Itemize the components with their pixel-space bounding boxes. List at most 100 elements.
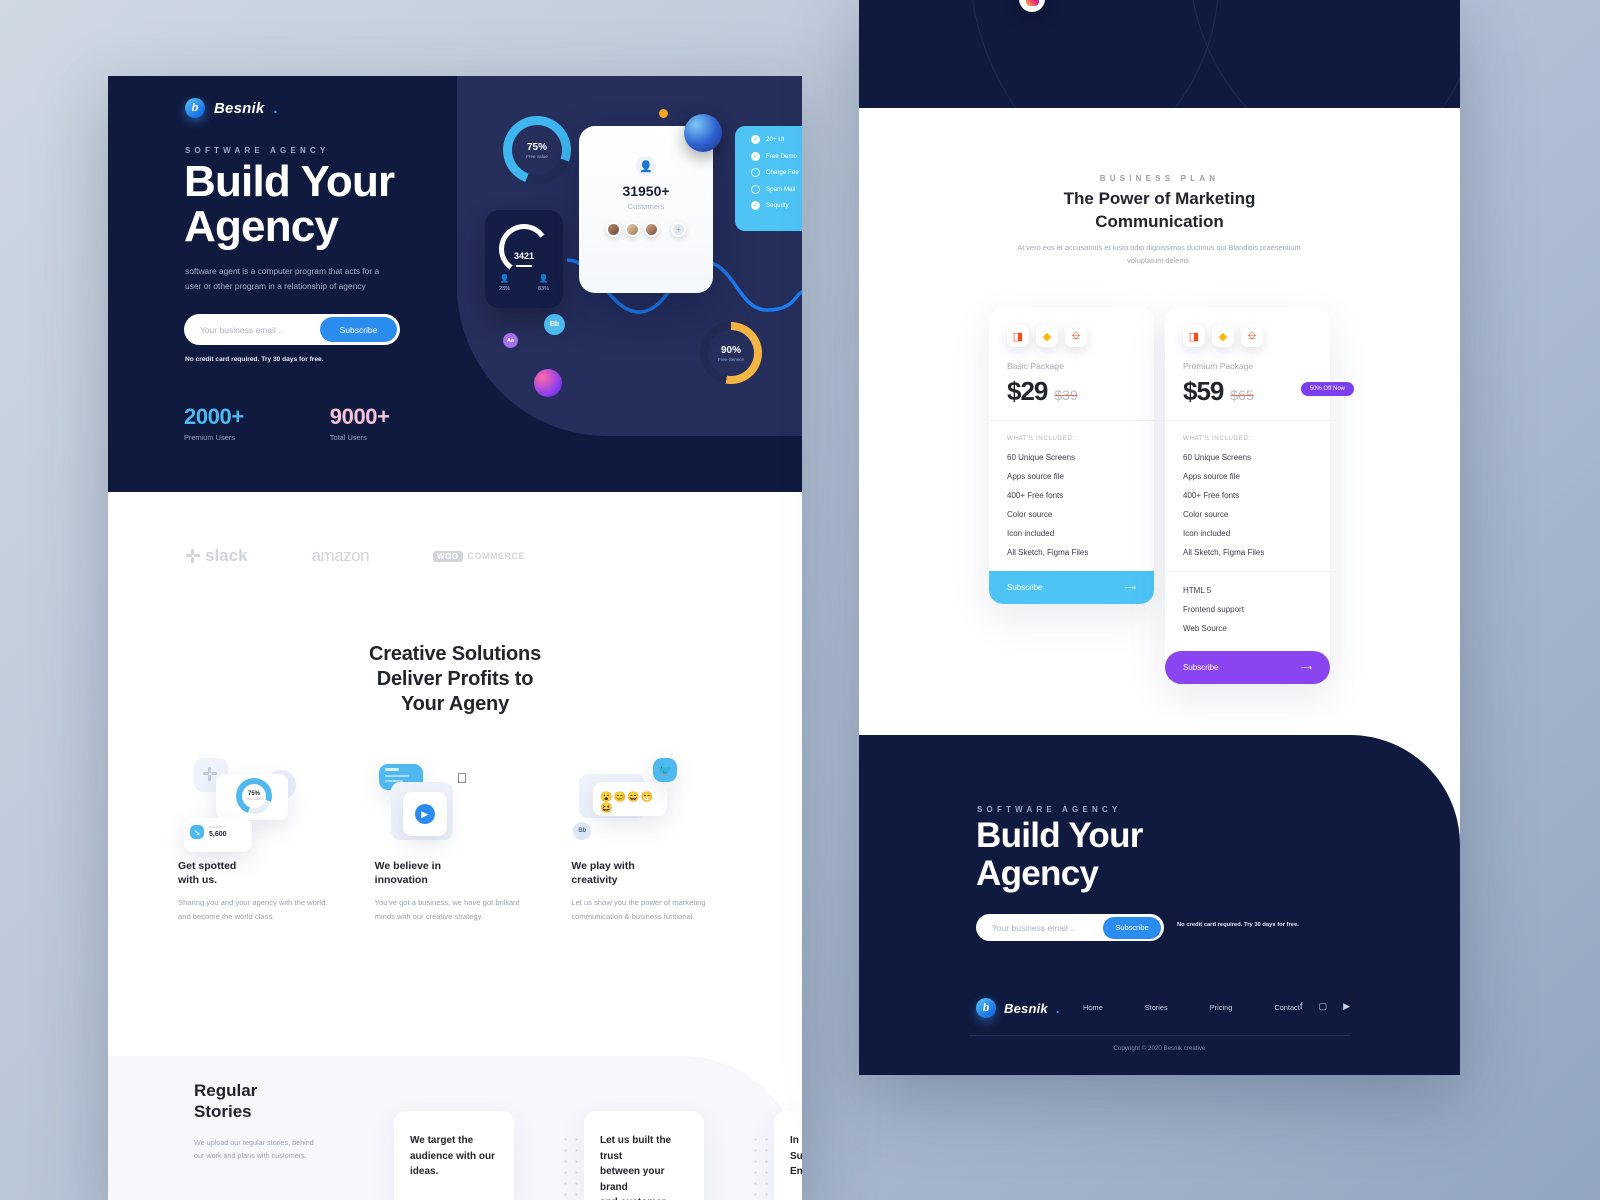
checklist-item: 20+ UI	[751, 135, 802, 144]
checklist-item: Charge Fee	[751, 168, 802, 177]
subscribe-button[interactable]: Subscribe	[1103, 916, 1161, 939]
avatar-more[interactable]: +	[671, 222, 686, 237]
footer-nav: Home Stories Pricing Contact	[1083, 1003, 1300, 1012]
list-item: All Sketch, Figma Files	[1007, 548, 1089, 557]
emoji-row: 😮😊😄😁😆	[600, 792, 655, 814]
gauge-divider	[516, 265, 532, 267]
feature-heading-line2: innovation	[374, 873, 428, 886]
feature-heading-line2: with us.	[178, 873, 218, 886]
checklist-label: Charge Fee	[766, 169, 799, 176]
subscribe-button-premium[interactable]: Subscribe ⟶	[1165, 651, 1330, 684]
feature-heading-line1: We play with	[571, 860, 635, 872]
footer-divider	[969, 1035, 1350, 1036]
footer-nav-stories[interactable]: Stories	[1145, 1003, 1168, 1012]
globe-icon	[684, 114, 722, 152]
extra-features-list: HTML 5 Frontend support Web Source	[1165, 571, 1330, 651]
discount-badge: 50% Off Now	[1300, 382, 1354, 396]
metric-label: Income	[209, 824, 223, 829]
gauge-value: 3421	[513, 251, 535, 261]
story-text-line3: ideas.	[410, 1166, 439, 1177]
feature-illustration: 😮😊😄😁😆 🐦 Bb	[571, 756, 732, 852]
list-item: Apps source file	[1007, 472, 1064, 481]
brand-label: slack	[205, 546, 248, 565]
checklist-item: Sequrity	[751, 201, 802, 210]
html5-icon: ⎒	[1065, 325, 1087, 347]
figma-icon: ◨	[1007, 325, 1029, 347]
story-card[interactable]: In Su En	[774, 1111, 802, 1200]
list-item: All Sketch, Figma Files	[1183, 548, 1265, 557]
price-original: $65	[1230, 387, 1254, 404]
subscribe-button[interactable]: Subscribe	[320, 317, 397, 342]
story-card[interactable]: We target the audience with our ideas.	[394, 1111, 514, 1200]
stories-heading: Regular Stories	[194, 1081, 257, 1122]
subscribe-button-basic[interactable]: Subscribe ⟶	[989, 571, 1154, 604]
check-icon[interactable]	[751, 168, 760, 177]
stat-value: 2000+	[184, 404, 244, 429]
sketch-icon: ◆	[1212, 325, 1234, 347]
brand-dot: .	[1055, 1000, 1060, 1016]
check-icon[interactable]	[751, 201, 760, 210]
brand-suffix: COMMERCE	[467, 551, 526, 561]
feature-card-innovation: ▶  We believe in innovation You've got …	[375, 756, 536, 924]
figma-icon: ◨	[1183, 325, 1205, 347]
gauge-left-pct: 23%	[498, 286, 511, 292]
package-name: Premium Package	[1183, 361, 1254, 371]
check-icon[interactable]	[751, 135, 760, 144]
story-text-line1: Let us built the trust	[600, 1135, 672, 1162]
ring-caption: Free value	[245, 797, 263, 801]
instagram-icon[interactable]: ▢	[1319, 1001, 1328, 1012]
story-text-line2: between your brand	[600, 1166, 665, 1193]
email-field[interactable]	[976, 922, 1103, 933]
top-dark-band	[859, 0, 1460, 108]
hero-note: No credit card required. Try 30 days for…	[185, 356, 324, 363]
ring-90-caption: Free Service	[717, 356, 745, 362]
youtube-icon[interactable]: ▶	[1343, 1001, 1350, 1012]
list-item: 400+ Free fonts	[1183, 491, 1240, 500]
progress-ring-75: 75% Free value	[236, 778, 272, 814]
brand-logo-amazon: amazon	[312, 546, 370, 566]
brand-dot: .	[273, 99, 278, 117]
stat-total-users: 9000+ Total Users	[330, 404, 390, 442]
checklist-label: Free Demo	[766, 152, 797, 160]
story-card[interactable]: Let us built the trust between your bran…	[584, 1111, 704, 1200]
checklist-label: 20+ UI	[766, 136, 785, 143]
footer-brand-logo[interactable]: Besnik .	[976, 998, 1059, 1018]
feature-heading: We play with creativity	[571, 860, 732, 888]
feature-illustration: 75% Free value ↘ Income 5,600	[178, 756, 339, 852]
gauge-right-pct: 83%	[537, 286, 550, 292]
story-text-line1: In	[790, 1135, 799, 1146]
hero-subscribe-form: Subscribe	[184, 314, 400, 345]
footer-nav-pricing[interactable]: Pricing	[1210, 1003, 1233, 1012]
section-title-line3: Your Ageny	[400, 693, 509, 716]
brand-logo[interactable]: Besnik .	[185, 98, 278, 118]
footer-nav-contact[interactable]: Contact	[1274, 1003, 1299, 1012]
subscribe-label: Subscribe	[1183, 663, 1219, 672]
list-item: 60 Unique Screens	[1183, 453, 1252, 462]
dot-orange-icon	[659, 109, 668, 118]
story-text-line1: We target the	[410, 1135, 474, 1146]
hero-stats: 2000+ Premium Users 9000+ Total Users	[184, 404, 390, 442]
pricing-title-line2: Communication	[1095, 211, 1224, 231]
avatar	[606, 222, 621, 237]
hero-illustration-panel: 75% Free value 90% Free Service 3421 👤 2…	[457, 76, 802, 436]
feature-cards-row: 75% Free value ↘ Income 5,600 Get spotte…	[108, 756, 802, 924]
play-icon[interactable]: ▶	[414, 804, 435, 824]
brand-label: WOO	[433, 550, 463, 562]
feature-heading-line2: creativity	[571, 873, 618, 886]
price-current: $59	[1183, 376, 1224, 406]
stories-body: We upload our regular stories, behind ou…	[194, 1138, 314, 1161]
feature-body: You've got a business, we have got brill…	[374, 897, 520, 921]
arrow-right-icon: ⟶	[1124, 583, 1136, 592]
facebook-icon[interactable]: f	[1300, 1001, 1303, 1012]
brand-logo-woocommerce: WOO COMMERCE	[433, 550, 526, 562]
check-icon[interactable]	[751, 151, 760, 161]
check-icon[interactable]	[751, 184, 760, 194]
included-label: WHAT'S INCLUDED:	[1007, 435, 1075, 442]
list-item: Color source	[1007, 510, 1053, 519]
footer-eyebrow: SOFTWARE AGENCY	[977, 805, 1122, 814]
apple-icon: 	[457, 770, 468, 786]
list-item: 60 Unique Screens	[1007, 453, 1076, 462]
checklist-label: Sequrity	[766, 202, 789, 209]
email-field[interactable]	[184, 324, 320, 335]
footer-nav-home[interactable]: Home	[1083, 1003, 1103, 1012]
